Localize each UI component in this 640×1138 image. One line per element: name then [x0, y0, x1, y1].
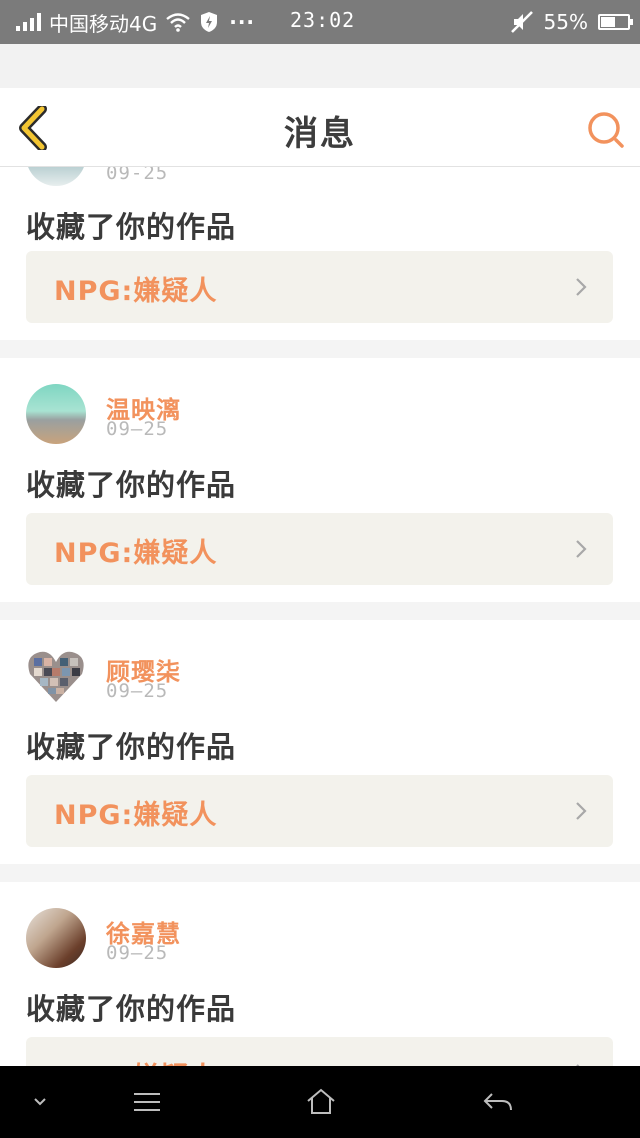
- message-date: 09—25: [106, 942, 169, 964]
- chevron-right-icon: [576, 802, 587, 820]
- status-time: 23:02: [290, 8, 356, 32]
- avatar[interactable]: [26, 646, 86, 706]
- signal-icon: [16, 13, 41, 31]
- back-arrow-icon[interactable]: [482, 1086, 514, 1118]
- message-date: 09—25: [106, 680, 169, 702]
- mute-icon: [510, 11, 533, 33]
- work-link[interactable]: NPG:嫌疑人: [26, 251, 613, 323]
- work-title: NPG:嫌疑人: [54, 276, 218, 307]
- battery-icon: [598, 14, 633, 30]
- message-text: 收藏了你的作品: [26, 992, 237, 1026]
- carrier-label: 中国移动4G: [49, 11, 158, 36]
- app-screen: 中国移动4G ··· 23:02 55% 消息 09-25 收藏了你的作品 NP…: [0, 0, 640, 1138]
- chevron-right-icon: [576, 278, 587, 296]
- message-text: 收藏了你的作品: [26, 730, 237, 764]
- message-card: 09-25 收藏了你的作品 NPG:嫌疑人: [0, 166, 640, 340]
- status-left: 中国移动4G ···: [0, 8, 255, 37]
- work-title: NPG:嫌疑人: [54, 538, 218, 569]
- message-card: 徐嘉慧 09—25 收藏了你的作品 NPG:嫌疑人: [0, 882, 640, 1066]
- message-text: 收藏了你的作品: [26, 210, 237, 244]
- more-icon: ···: [229, 10, 256, 34]
- collapse-icon[interactable]: [30, 1086, 50, 1118]
- work-title: NPG:嫌疑人: [54, 800, 218, 831]
- work-link[interactable]: NPG:嫌疑人: [26, 513, 613, 585]
- message-date: 09—25: [106, 418, 169, 440]
- spacer-band: [0, 44, 640, 88]
- message-date: 09-25: [106, 166, 169, 184]
- wifi-icon: [166, 13, 190, 32]
- avatar[interactable]: [26, 166, 86, 186]
- message-card: 顾璎柒 09—25 收藏了你的作品 NPG:嫌疑人: [0, 620, 640, 864]
- header-bar: 消息: [0, 88, 640, 167]
- avatar[interactable]: [26, 908, 86, 968]
- battery-fill: [601, 17, 615, 27]
- message-feed[interactable]: 09-25 收藏了你的作品 NPG:嫌疑人 温映漓 09—25 收藏了你的作品 …: [0, 166, 640, 1066]
- work-link[interactable]: NPG:嫌疑人: [26, 1037, 613, 1066]
- avatar[interactable]: [26, 384, 86, 444]
- status-right: 55%: [510, 0, 633, 44]
- work-link[interactable]: NPG:嫌疑人: [26, 775, 613, 847]
- home-icon[interactable]: [305, 1086, 337, 1118]
- message-text: 收藏了你的作品: [26, 468, 237, 502]
- page-title: 消息: [284, 114, 356, 154]
- message-card: 温映漓 09—25 收藏了你的作品 NPG:嫌疑人: [0, 358, 640, 602]
- system-nav-bar: [0, 1066, 640, 1138]
- search-icon[interactable]: [586, 110, 626, 150]
- menu-icon[interactable]: [132, 1086, 162, 1118]
- work-title: NPG:嫌疑人: [54, 1055, 217, 1066]
- shield-icon: [201, 12, 218, 32]
- chevron-right-icon: [576, 540, 587, 558]
- battery-percent: 55%: [543, 10, 588, 34]
- status-bar: 中国移动4G ··· 23:02 55%: [0, 0, 640, 44]
